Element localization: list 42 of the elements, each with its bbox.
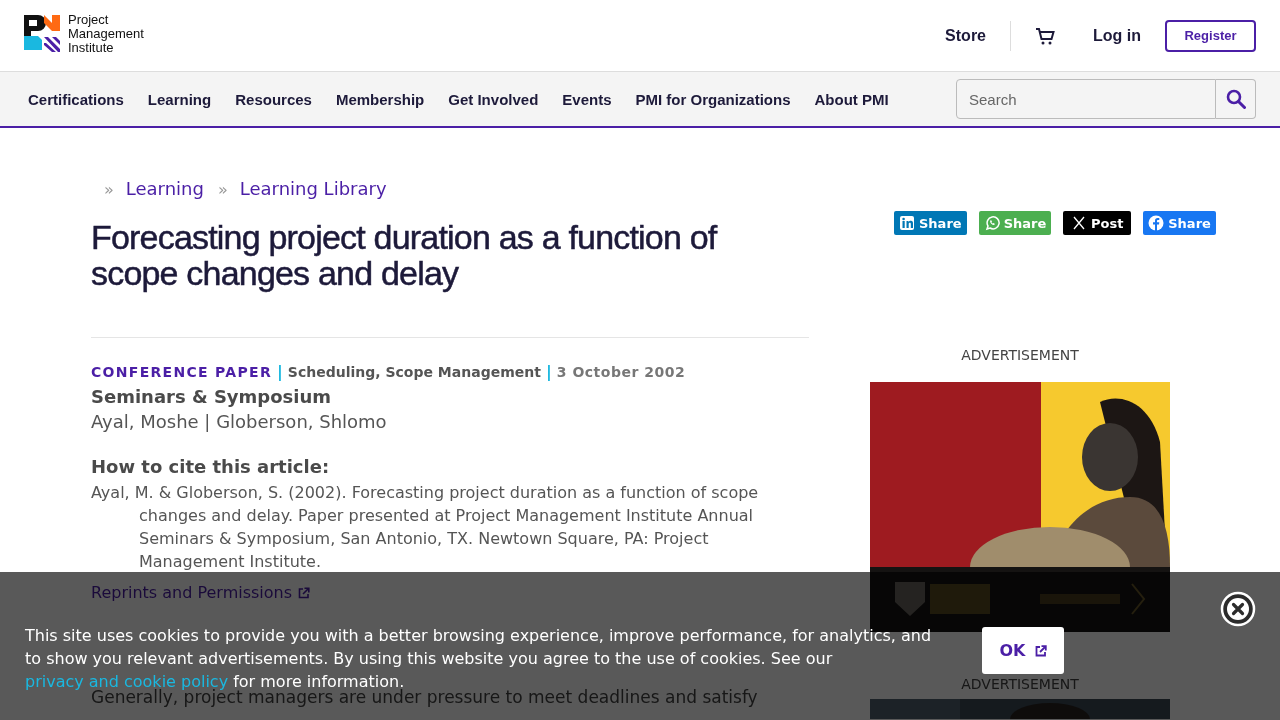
nav-item[interactable]: Certifications [28, 90, 124, 108]
section-heading: How to cite this article: [91, 456, 331, 477]
facebook-icon [1148, 215, 1165, 231]
search-field[interactable]: Search [956, 79, 1216, 119]
breadcrumb-link[interactable]: Learning [125, 178, 204, 199]
share-button[interactable]: Share [1143, 211, 1216, 235]
nav-item[interactable]: Events [562, 90, 612, 108]
nav-item[interactable]: Learning [147, 90, 212, 108]
search-icon [1225, 89, 1246, 109]
linkedin-icon [899, 215, 915, 231]
article-title: Forecasting project duration as a function of scope changes and delay [91, 219, 719, 291]
event-name: Seminars & Symposium [91, 386, 333, 407]
meta-separator: | [277, 362, 283, 381]
share-button[interactable]: Share [894, 211, 967, 235]
register-button[interactable]: Register [1165, 19, 1256, 52]
search-button[interactable] [1216, 79, 1256, 119]
logo-text: Project Management Institute [68, 12, 145, 55]
nav-item[interactable]: Membership [335, 90, 425, 108]
breadcrumb-link[interactable]: Learning Library [239, 178, 387, 199]
nav-item[interactable]: About PMI [814, 90, 889, 108]
citation-text: Ayal, M. & Globerson, S. (2002). Forecasting project duration as a function of scope changes and delay. Paper presented at Project Management Institute Annual Seminars & Symposium, San Antonio, TX. Newtown Square, PA: Project Management Institute. [91, 482, 760, 573]
nav-item[interactable]: PMI for Organizations [635, 90, 791, 108]
close-button[interactable] [1220, 591, 1256, 627]
nav-item[interactable]: Resources [235, 90, 312, 108]
topic-list: Scheduling, Scope Management [287, 364, 541, 380]
header-link[interactable]: Log in [1093, 26, 1141, 45]
breadcrumb-separator: » [217, 180, 228, 199]
nav-item[interactable]: Get Involved [448, 90, 539, 108]
breadcrumb-separator: » [104, 180, 114, 199]
cart-icon[interactable] [1035, 26, 1055, 45]
meta-separator: | [545, 362, 552, 381]
phone-bubble-icon [983, 215, 1000, 231]
ad-label: ADVERTISEMENT [960, 347, 1080, 363]
publish-date: 3 October 2002 [556, 364, 686, 380]
ok-button[interactable]: OK [982, 627, 1064, 674]
author-list: Ayal, Moshe | Globerson, Shlomo [91, 411, 809, 432]
header-link[interactable]: Store [945, 26, 986, 45]
external-link-icon [298, 586, 311, 599]
content-type: CONFERENCE PAPER [91, 364, 272, 380]
ad-label: ADVERTISEMENT [960, 676, 1080, 692]
share-button[interactable]: Post [1063, 211, 1132, 235]
external-link-icon [1034, 644, 1047, 657]
